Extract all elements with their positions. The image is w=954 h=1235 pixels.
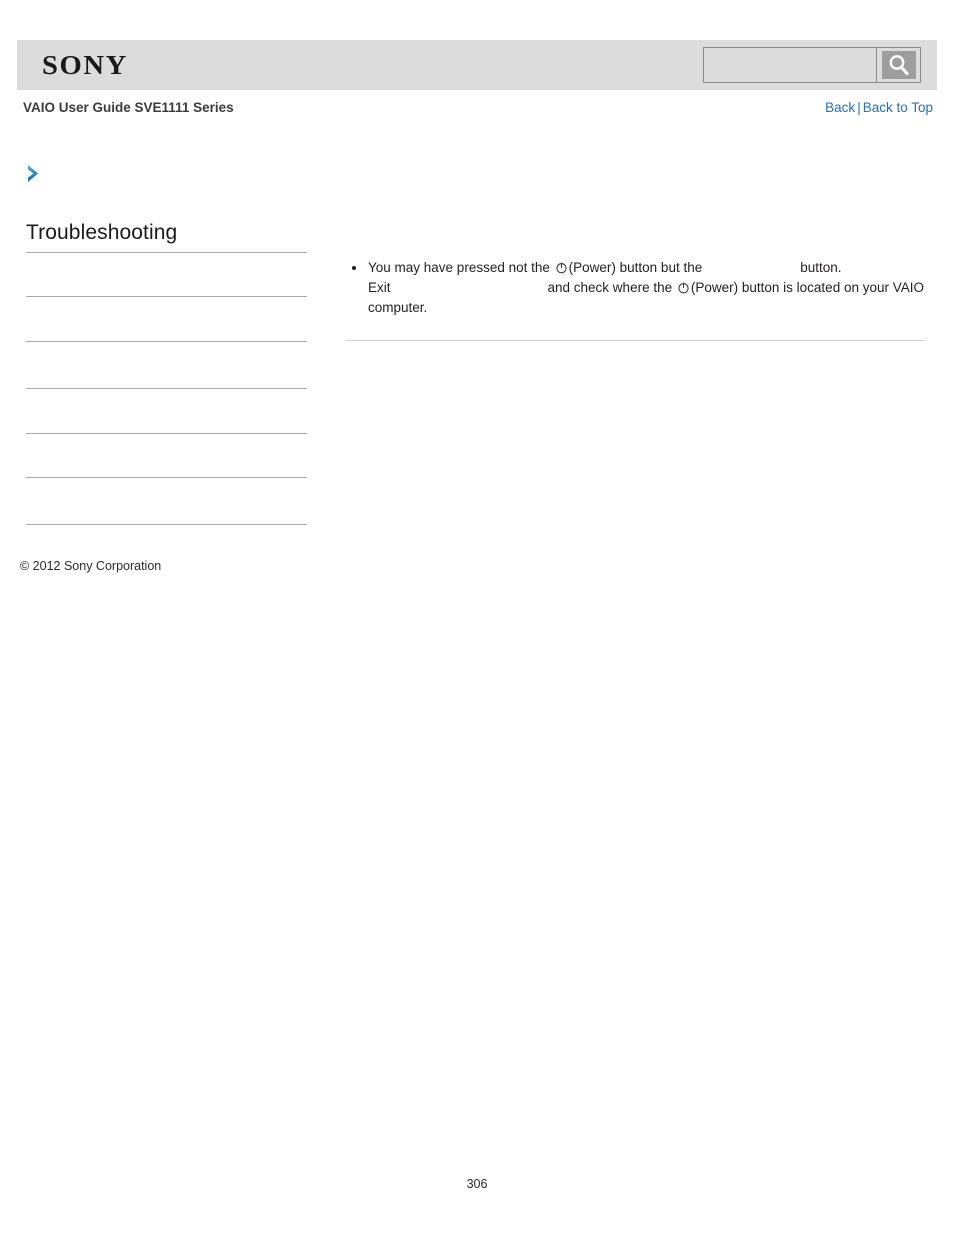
search-icon xyxy=(881,51,916,79)
page-title: VAIO User Guide SVE1111 Series xyxy=(23,100,234,115)
header-bar: SONY xyxy=(17,40,937,90)
page-number: 306 xyxy=(466,1177,488,1191)
chevron-right-icon[interactable] xyxy=(25,163,43,185)
sidebar-item-3[interactable] xyxy=(26,342,307,389)
bullet-text-part4: Exit xyxy=(368,280,391,296)
nav-links: Back | Back to Top xyxy=(825,100,933,115)
content-separator-rule xyxy=(345,340,925,341)
sidebar-item-5[interactable] xyxy=(26,434,307,478)
search-box xyxy=(703,47,921,83)
subheader: VAIO User Guide SVE1111 Series Back | Back… xyxy=(17,100,937,120)
sidebar-item-1[interactable] xyxy=(26,253,307,297)
copyright-text: © 2012 Sony Corporation xyxy=(20,559,162,573)
sony-logo: SONY xyxy=(42,50,128,80)
sidebar-item-2[interactable] xyxy=(26,297,307,342)
bullet-text-part1: You may have pressed not the xyxy=(368,260,550,275)
power-icon xyxy=(555,260,568,274)
bullet-text-part3: button. xyxy=(800,260,842,275)
troubleshooting-bullet-list: You may have pressed not the (Power) but… xyxy=(345,258,925,319)
main-content: You may have pressed not the (Power) but… xyxy=(345,258,925,319)
sidebar: Troubleshooting xyxy=(26,220,307,525)
sidebar-title: Troubleshooting xyxy=(26,221,178,244)
search-button[interactable] xyxy=(876,48,920,82)
bullet-text-part5: and check where the xyxy=(547,280,673,296)
sidebar-item-6[interactable] xyxy=(26,478,307,525)
bullet-text-part2: (Power) button but the xyxy=(568,260,703,275)
back-link[interactable]: Back xyxy=(825,100,855,115)
sidebar-item-4[interactable] xyxy=(26,389,307,434)
back-to-top-link[interactable]: Back to Top xyxy=(863,100,933,115)
link-separator: | xyxy=(857,100,861,115)
power-icon xyxy=(677,280,690,294)
search-input[interactable] xyxy=(704,48,876,82)
list-item: You may have pressed not the (Power) but… xyxy=(345,258,925,319)
